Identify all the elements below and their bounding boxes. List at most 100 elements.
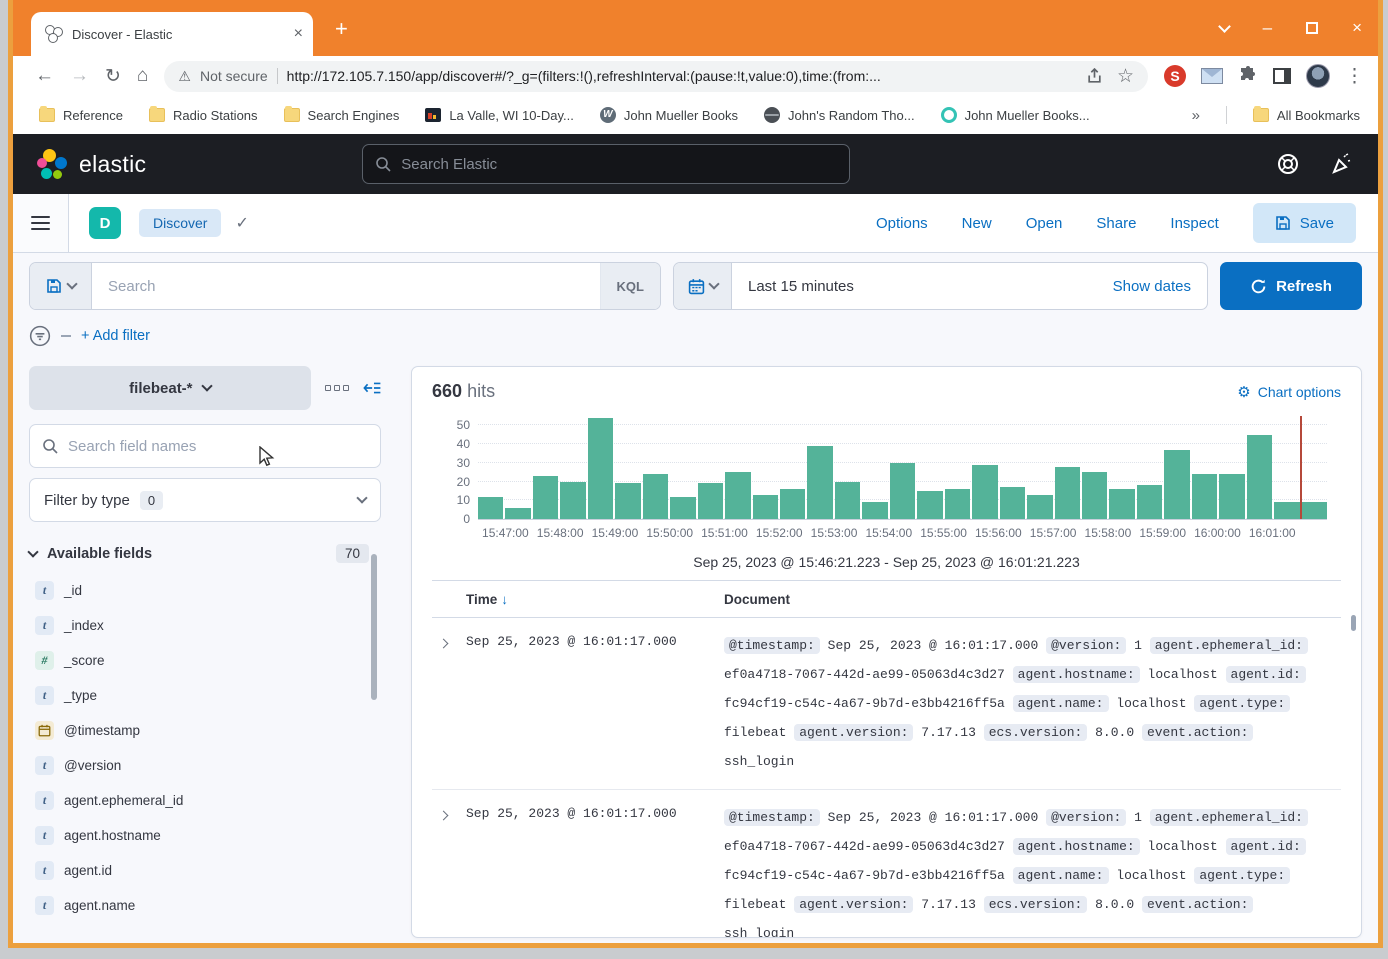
doc-field-key[interactable]: agent.hostname: [1013,666,1140,683]
collapse-sidebar-icon[interactable] [363,379,381,397]
breadcrumb[interactable]: Discover [139,209,221,237]
histogram-bar[interactable] [1137,485,1162,519]
histogram-bar[interactable] [670,497,695,519]
global-search-input[interactable]: Search Elastic [362,144,850,184]
back-button[interactable]: ← [35,65,54,87]
space-badge[interactable]: D [89,207,121,239]
new-tab-button[interactable]: + [335,18,348,40]
chart-options-button[interactable]: ⚙ Chart options [1237,383,1341,401]
tab-search-icon[interactable] [1218,20,1231,33]
histogram-bar[interactable] [478,497,503,519]
histogram-bar[interactable] [1247,435,1272,519]
table-scrollbar[interactable] [1351,615,1356,631]
field-search-input[interactable]: Search field names [29,424,381,468]
time-range-value[interactable]: Last 15 minutes [732,278,1097,295]
data-view-selector[interactable]: filebeat-* [29,366,311,410]
doc-field-key[interactable]: agent.version: [794,724,913,741]
histogram-bar[interactable] [643,474,668,519]
available-fields-header[interactable]: Available fields 70 [29,544,381,563]
expand-row-button[interactable] [432,803,466,938]
histogram-bar[interactable] [1164,450,1189,519]
field-list-item[interactable]: t agent.hostname [29,818,381,853]
bookmark-item[interactable]: La Valle, WI 10-Day... [425,108,574,123]
histogram-bar[interactable] [1055,467,1080,519]
bookmark-item[interactable]: John's Random Tho... [764,107,915,123]
histogram-bar[interactable] [1027,495,1052,519]
histogram-bar[interactable] [698,483,723,519]
histogram-bar[interactable] [1109,489,1134,519]
histogram-bar[interactable] [917,491,942,519]
bookmarks-overflow-icon[interactable]: » [1192,107,1200,124]
filter-icon[interactable] [29,325,51,347]
doc-field-key[interactable]: agent.ephemeral_id: [1150,637,1308,654]
histogram-bar[interactable] [753,495,778,519]
help-icon[interactable] [1276,152,1300,176]
news-feed-icon[interactable] [1330,152,1354,176]
browser-tab[interactable]: Discover - Elastic × [31,12,313,56]
field-list-item[interactable]: @timestamp [29,713,381,748]
bookmark-item[interactable]: Search Engines [284,108,400,123]
doc-field-key[interactable]: agent.name: [1013,695,1109,712]
sidebar-scrollbar[interactable] [371,554,377,700]
share-icon[interactable] [1086,68,1103,85]
histogram-bar[interactable] [1219,474,1244,519]
kql-search-input[interactable]: Search [92,278,600,295]
doc-field-key[interactable]: ecs.version: [984,724,1088,741]
histogram-bar[interactable] [1000,487,1025,519]
top-nav-link[interactable]: Open [1026,215,1063,232]
doc-field-key[interactable]: @timestamp: [724,637,820,654]
top-nav-link[interactable]: Inspect [1170,215,1218,232]
doc-field-key[interactable]: agent.id: [1226,666,1306,683]
forward-button[interactable]: → [70,65,89,87]
main-menu-button[interactable] [13,194,69,252]
field-list-item[interactable]: t _index [29,608,381,643]
extension-mail-icon[interactable] [1201,68,1223,84]
home-button[interactable]: ⌂ [137,65,148,87]
histogram-bar[interactable] [945,489,970,519]
top-nav-link[interactable]: Share [1096,215,1136,232]
profile-avatar[interactable] [1306,64,1330,88]
field-list-item[interactable]: t agent.name [29,888,381,923]
bookmark-item[interactable]: Radio Stations [149,108,258,123]
url-text[interactable]: http://172.105.7.150/app/discover#/?_g=(… [287,68,1077,84]
field-list-item[interactable]: t @version [29,748,381,783]
top-nav-link[interactable]: New [962,215,992,232]
field-list-item[interactable]: t agent.id [29,853,381,888]
minimize-button[interactable]: – [1263,18,1272,38]
histogram-bar[interactable] [890,463,915,519]
histogram-bar[interactable] [835,482,860,519]
doc-field-key[interactable]: ecs.version: [984,896,1088,913]
histogram-bar[interactable] [862,502,887,519]
filter-by-type-select[interactable]: Filter by type 0 [29,478,381,522]
browser-menu-icon[interactable]: ⋮ [1345,65,1364,88]
top-nav-link[interactable]: Options [876,215,928,232]
field-list-item[interactable]: t _type [29,678,381,713]
histogram-bar[interactable] [807,446,832,519]
doc-field-key[interactable]: agent.name: [1013,867,1109,884]
doc-field-key[interactable]: @timestamp: [724,809,820,826]
bookmark-item[interactable]: John Mueller Books [600,107,738,123]
bookmark-item[interactable]: Reference [39,108,123,123]
histogram-bar[interactable] [725,472,750,519]
show-dates-button[interactable]: Show dates [1097,278,1207,295]
field-list-item[interactable]: t agent.ephemeral_id [29,783,381,818]
histogram-bar[interactable] [533,476,558,519]
extension-s-icon[interactable]: S [1164,65,1186,87]
histogram-bar[interactable] [1274,502,1299,519]
bookmark-star-icon[interactable]: ☆ [1117,65,1134,88]
extensions-puzzle-icon[interactable] [1238,66,1258,86]
doc-field-key[interactable]: @version: [1046,809,1126,826]
url-bar[interactable]: ⚠ Not secure http://172.105.7.150/app/di… [164,61,1148,92]
doc-field-key[interactable]: agent.hostname: [1013,838,1140,855]
histogram-bar[interactable] [505,508,530,519]
doc-field-key[interactable]: event.action: [1142,896,1253,913]
histogram-bar[interactable] [1302,502,1327,519]
doc-field-key[interactable]: event.action: [1142,724,1253,741]
quick-select-time-button[interactable] [674,263,732,309]
expand-row-button[interactable] [432,631,466,776]
histogram-bar[interactable] [560,482,585,519]
histogram-bar[interactable] [972,465,997,519]
reading-list-icon[interactable] [1273,68,1291,84]
histogram-bar[interactable] [615,483,640,519]
maximize-button[interactable] [1306,22,1318,34]
